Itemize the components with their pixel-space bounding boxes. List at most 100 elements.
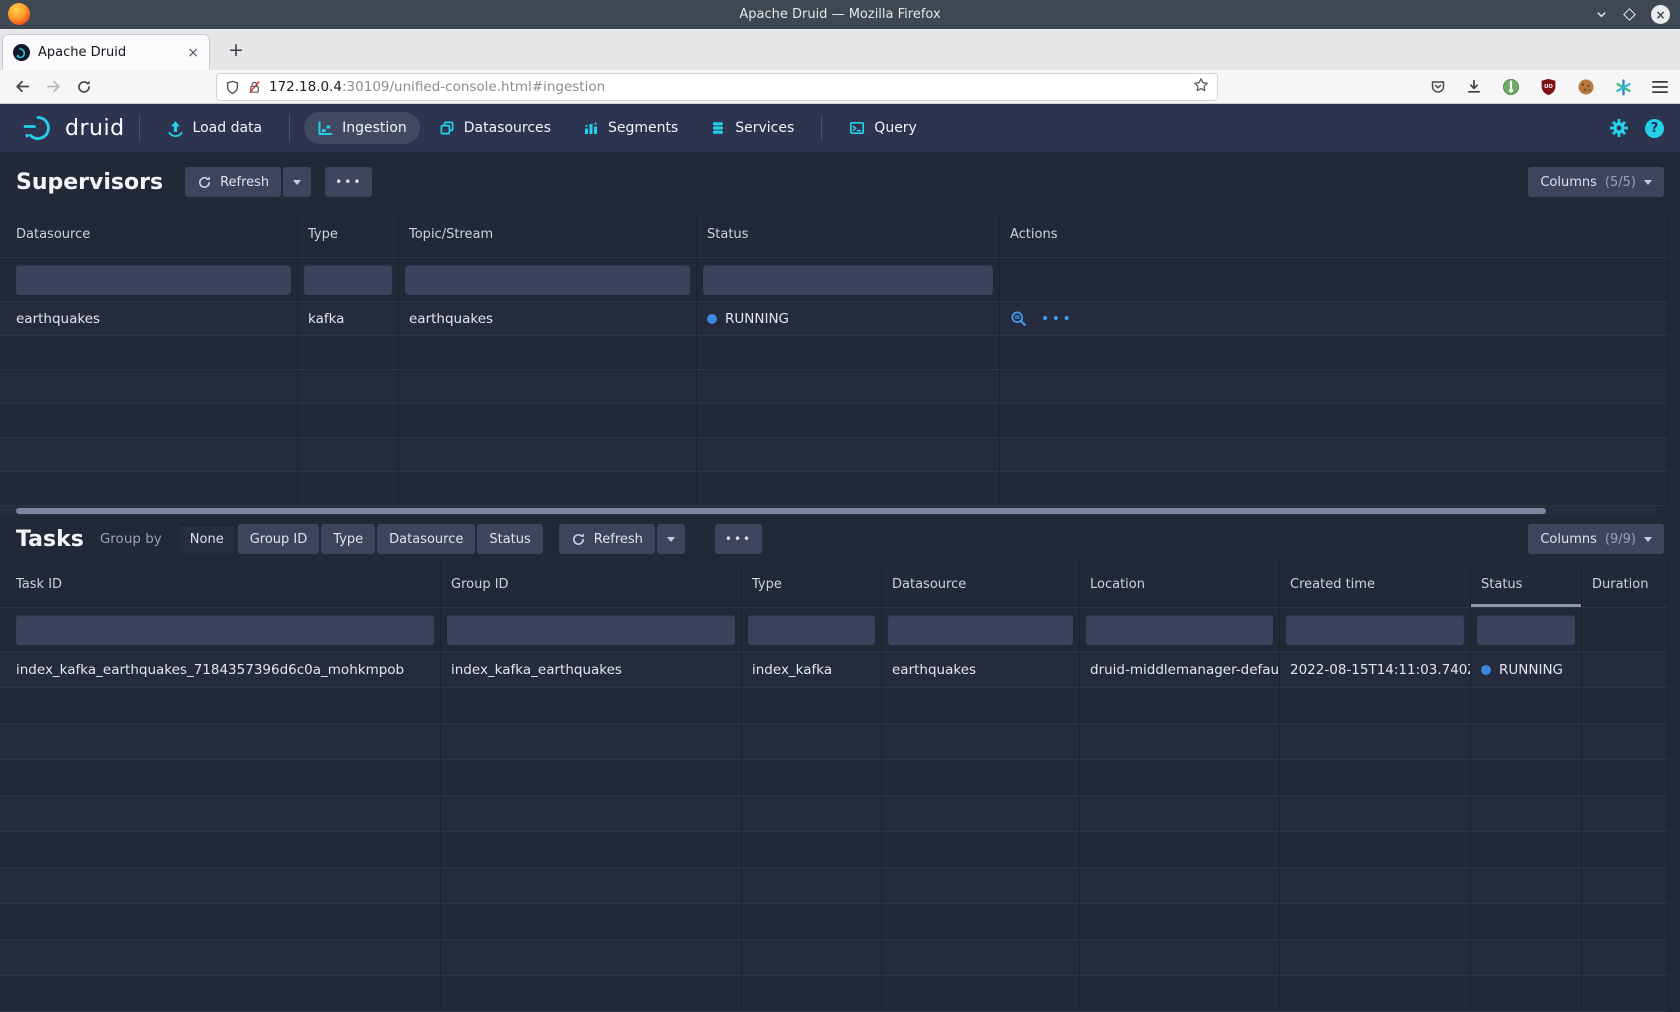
tab-apache-druid[interactable]: Apache Druid ×: [2, 34, 210, 70]
browser-toolbar: 172.18.0.4:30109/unified-console.html#in…: [0, 70, 1680, 104]
druid-brand-text: druid: [65, 116, 125, 141]
column-header-duration[interactable]: Duration: [1582, 562, 1668, 607]
supervisor-row[interactable]: earthquakes kafka earthquakes RUNNING ••…: [0, 302, 1668, 336]
row-more-icon[interactable]: •••: [1041, 311, 1073, 327]
insecure-lock-icon[interactable]: [247, 80, 262, 95]
new-tab-button[interactable]: +: [228, 41, 244, 60]
column-header-type[interactable]: Type: [298, 212, 399, 257]
nav-divider: [821, 115, 822, 141]
status-filter-input[interactable]: [1477, 615, 1575, 645]
svg-text:UO: UO: [1544, 84, 1553, 90]
column-header-topic-stream[interactable]: Topic/Stream: [399, 212, 697, 257]
running-status-dot: [707, 314, 717, 324]
maximize-icon[interactable]: [1623, 8, 1636, 21]
cell-location[interactable]: druid-middlemanager-defaul...: [1080, 652, 1280, 687]
running-status-dot: [1481, 665, 1491, 675]
nav-load-data[interactable]: Load data: [154, 112, 276, 145]
settings-gear-icon[interactable]: [1609, 118, 1629, 138]
cell-datasource[interactable]: earthquakes: [882, 652, 1080, 687]
columns-count: (9/9): [1605, 532, 1636, 547]
minimize-icon[interactable]: [1595, 8, 1608, 21]
tab-bar: Apache Druid × +: [0, 29, 1680, 70]
nav-datasources[interactable]: Datasources: [426, 112, 564, 144]
ublock-origin-icon[interactable]: UO: [1540, 78, 1557, 96]
close-icon[interactable]: ×: [1651, 5, 1670, 24]
supervisors-refresh-button[interactable]: Refresh: [185, 167, 281, 197]
containers-asterisk-icon[interactable]: [1615, 79, 1632, 96]
group-by-type-button[interactable]: Type: [321, 524, 375, 554]
group-by-group-id-button[interactable]: Group ID: [238, 524, 320, 554]
supervisors-refresh-dropdown-button[interactable]: [283, 167, 311, 197]
druid-logo[interactable]: druid: [22, 113, 125, 143]
supervisors-columns-button[interactable]: Columns (5/5): [1528, 167, 1664, 197]
supervisors-section: Supervisors Refresh ••• Columns (5/5): [0, 152, 1680, 516]
tasks-refresh-dropdown-button[interactable]: [657, 524, 685, 554]
cell-topic-stream[interactable]: earthquakes: [399, 302, 697, 335]
supervisors-more-button[interactable]: •••: [325, 167, 372, 197]
url-bar[interactable]: 172.18.0.4:30109/unified-console.html#in…: [216, 73, 1218, 101]
cell-type[interactable]: kafka: [298, 302, 399, 335]
column-header-status-sorted[interactable]: Status: [1471, 562, 1582, 607]
group-by-status-button[interactable]: Status: [477, 524, 542, 554]
nav-segments[interactable]: Segments: [570, 112, 691, 144]
forward-icon[interactable]: [45, 78, 62, 95]
nav-divider: [139, 115, 140, 141]
group-by-none-button[interactable]: None: [178, 524, 236, 554]
task-id-filter-input[interactable]: [16, 615, 434, 645]
cookie-icon[interactable]: [1577, 78, 1595, 96]
tab-close-icon[interactable]: ×: [187, 45, 199, 61]
refresh-label: Refresh: [594, 532, 643, 547]
task-row[interactable]: index_kafka_earthquakes_7184357396d6c0a_…: [0, 652, 1668, 688]
column-header-datasource[interactable]: Datasource: [882, 562, 1080, 607]
tasks-filter-row: [0, 608, 1668, 652]
privacy-badger-icon[interactable]: [1502, 78, 1520, 96]
tasks-refresh-button[interactable]: Refresh: [559, 524, 655, 554]
cell-type[interactable]: index_kafka: [742, 652, 882, 687]
columns-label: Columns: [1540, 175, 1597, 190]
column-header-type[interactable]: Type: [742, 562, 882, 607]
tasks-more-button[interactable]: •••: [715, 524, 762, 554]
inspect-magnifier-icon[interactable]: [1010, 310, 1027, 327]
column-header-datasource[interactable]: Datasource: [0, 212, 298, 257]
cell-actions: •••: [1000, 302, 1668, 335]
cell-datasource[interactable]: earthquakes: [0, 302, 298, 335]
back-icon[interactable]: [14, 78, 31, 95]
nav-services[interactable]: Services: [697, 112, 807, 144]
cell-duration[interactable]: [1582, 652, 1668, 687]
type-filter-input[interactable]: [748, 615, 875, 645]
chevron-down-icon: [667, 537, 675, 542]
reload-icon[interactable]: [76, 79, 92, 95]
location-filter-input[interactable]: [1086, 615, 1273, 645]
cell-status[interactable]: RUNNING: [1471, 652, 1582, 687]
cell-task-id[interactable]: index_kafka_earthquakes_7184357396d6c0a_…: [0, 652, 441, 687]
column-header-created-time[interactable]: Created time: [1280, 562, 1471, 607]
column-header-status[interactable]: Status: [697, 212, 1000, 257]
cell-created-time[interactable]: 2022-08-15T14:11:03.740Z: [1280, 652, 1471, 687]
topic-stream-filter-input[interactable]: [405, 265, 690, 295]
group-by-datasource-button[interactable]: Datasource: [377, 524, 475, 554]
datasources-icon: [439, 120, 455, 136]
column-header-group-id[interactable]: Group ID: [441, 562, 742, 607]
tracking-shield-icon[interactable]: [225, 80, 240, 95]
type-filter-input[interactable]: [304, 265, 392, 295]
scrollbar-thumb[interactable]: [16, 508, 1546, 514]
bookmark-star-icon[interactable]: [1193, 77, 1209, 97]
menu-hamburger-icon[interactable]: [1652, 80, 1668, 94]
tasks-columns-button[interactable]: Columns (9/9): [1528, 524, 1664, 554]
nav-query[interactable]: Query: [836, 112, 930, 144]
group-id-filter-input[interactable]: [447, 615, 735, 645]
cell-status[interactable]: RUNNING: [697, 302, 1000, 335]
nav-ingestion[interactable]: Ingestion: [304, 112, 420, 144]
help-icon[interactable]: ?: [1645, 119, 1664, 138]
status-filter-input[interactable]: [703, 265, 993, 295]
datasource-filter-input[interactable]: [16, 265, 291, 295]
datasource-filter-input[interactable]: [888, 615, 1073, 645]
cell-group-id[interactable]: index_kafka_earthquakes: [441, 652, 742, 687]
created-time-filter-input[interactable]: [1286, 615, 1464, 645]
column-header-task-id[interactable]: Task ID: [0, 562, 441, 607]
supervisors-horizontal-scrollbar[interactable]: [0, 506, 1656, 516]
nav-segments-label: Segments: [608, 120, 678, 136]
column-header-location[interactable]: Location: [1080, 562, 1280, 607]
download-icon[interactable]: [1466, 79, 1482, 95]
pocket-icon[interactable]: [1430, 79, 1446, 95]
